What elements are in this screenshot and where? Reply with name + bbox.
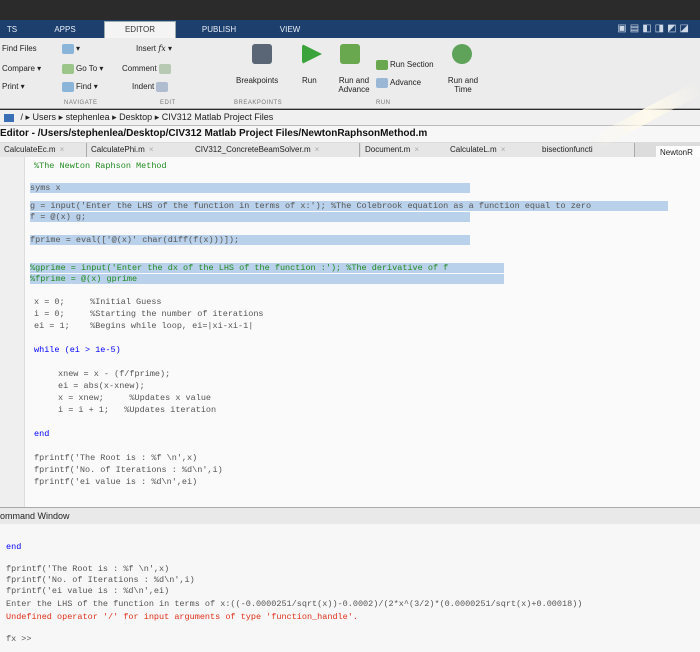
command-window-title: ommand Window	[0, 507, 700, 524]
run-and-advance-icon	[340, 44, 360, 64]
code-line: while (ei > 1e-5)	[34, 345, 121, 355]
code-line: g = input('Enter the LHS of the function…	[30, 201, 668, 211]
indent-button[interactable]: Indent	[132, 82, 170, 92]
run-and-advance-button[interactable]: Run and Advance	[334, 76, 374, 94]
code-editor[interactable]: %The Newton Raphson Method syms x g = in…	[0, 157, 700, 507]
code-line: fprime = eval(['@(x)' char(diff(f(x)))])…	[30, 235, 470, 245]
code-line: x = xnew; %Updates x value	[58, 393, 212, 403]
close-icon[interactable]: ×	[149, 145, 154, 154]
quick-access-toolbar[interactable]: ▣▤◧◨◩◪	[617, 23, 692, 34]
code-line: x = 0; %Initial Guess	[34, 297, 162, 307]
close-icon[interactable]: ×	[315, 145, 320, 154]
print-button[interactable]: Print ▾	[2, 82, 25, 91]
run-icon	[302, 44, 322, 64]
close-icon[interactable]: ×	[414, 145, 419, 154]
code-line: i = i + 1; %Updates iteration	[58, 405, 217, 415]
group-label-breakpoints: BREAKPOINTS	[234, 100, 283, 106]
code-line: fprintf('No. of Iterations : %d\n',i)	[34, 465, 223, 475]
back-forward-icon[interactable]: ▾	[62, 44, 80, 54]
line-number-gutter	[0, 157, 25, 507]
find-button[interactable]: Find ▾	[62, 82, 98, 92]
fx-icon: fx	[158, 44, 166, 53]
file-tab[interactable]: CalculateEc.m ×	[0, 143, 87, 157]
ribbon-tab-bar: TS APPS EDITOR PUBLISH VIEW ▣▤◧◨◩◪	[0, 20, 700, 39]
code-line: xnew = x - (f/fprime);	[58, 369, 171, 379]
breakpoints-icon	[252, 44, 272, 64]
run-and-time-icon	[452, 44, 472, 64]
code-line: ei = 1; %Begins while loop, ei=|xi-xi-1|	[34, 321, 254, 331]
run-section-icon	[376, 60, 388, 70]
file-tab[interactable]: CIV312_ConcreteBeamSolver.m ×	[191, 143, 360, 157]
advance-button[interactable]: Advance	[376, 78, 421, 88]
tab-view[interactable]: VIEW	[262, 22, 318, 38]
group-label-run: RUN	[376, 100, 391, 106]
command-line: Enter the LHS of the function in terms o…	[6, 599, 583, 609]
file-tab[interactable]: CalculatePhi.m ×	[87, 143, 192, 157]
go-to-icon	[62, 64, 74, 74]
error-message: Undefined operator '/' for input argumen…	[6, 612, 358, 622]
compare-button[interactable]: Compare ▾	[2, 64, 41, 73]
comment-button[interactable]: Comment	[122, 64, 173, 74]
file-tab[interactable]: CalculateL.m ×	[446, 143, 539, 157]
breakpoints-button[interactable]: Breakpoints	[236, 76, 278, 85]
code-line: end	[34, 429, 50, 439]
tab-publish[interactable]: PUBLISH	[184, 22, 254, 38]
folder-icon	[4, 113, 14, 122]
tab-apps[interactable]: APPS	[40, 22, 90, 38]
breadcrumb-item[interactable]: stephenlea	[66, 112, 110, 122]
tab-editor[interactable]: EDITOR	[104, 21, 176, 39]
group-label-navigate: NAVIGATE	[64, 100, 98, 106]
group-label-edit: EDIT	[160, 100, 176, 106]
code-line: %The Newton Raphson Method	[34, 161, 167, 171]
code-line: %fprime = @(x) gprime	[30, 274, 504, 284]
advance-icon	[376, 78, 388, 88]
run-button[interactable]: Run	[302, 76, 317, 85]
close-icon[interactable]: ×	[60, 145, 65, 154]
breadcrumb-item[interactable]: Users	[33, 112, 57, 122]
code-line: fprintf('The Root is : %f \n',x)	[34, 453, 198, 463]
editor-ribbon: Find Files Compare ▾ Print ▾ ▾ Go To ▾ F…	[0, 38, 700, 109]
command-line: fprintf('ei value is : %d\n',ei)	[6, 586, 170, 596]
run-section-button[interactable]: Run Section	[376, 60, 434, 70]
tab-plots[interactable]: TS	[0, 22, 24, 38]
command-line: end	[6, 542, 22, 552]
insert-button[interactable]: Insert fx ▾	[136, 44, 172, 53]
command-line: fprintf('The Root is : %f \n',x)	[6, 564, 170, 574]
go-to-button[interactable]: Go To ▾	[62, 64, 103, 74]
command-window[interactable]: end fprintf('The Root is : %f \n',x) fpr…	[0, 524, 700, 652]
command-prompt[interactable]: fx >>	[6, 634, 32, 644]
code-line: fprintf('ei value is : %d\n',ei)	[34, 477, 198, 487]
find-files-button[interactable]: Find Files	[2, 44, 37, 53]
breadcrumb: / ▸ Users ▸ stephenlea ▸ Desktop ▸ CIV31…	[0, 110, 700, 126]
code-line: i = 0; %Starting the number of iteration…	[34, 309, 264, 319]
find-icon	[62, 82, 74, 92]
code-line: syms x	[30, 183, 470, 193]
file-tab[interactable]: bisectionfuncti	[538, 143, 635, 157]
code-line: f = @(x) g;	[30, 212, 470, 222]
run-and-time-button[interactable]: Run and Time	[444, 76, 482, 94]
command-line: fprintf('No. of Iterations : %d\n',i)	[6, 575, 195, 585]
close-icon[interactable]: ×	[501, 145, 506, 154]
breadcrumb-item[interactable]: Desktop	[119, 112, 152, 122]
code-line: %gprime = input('Enter the dx of the LHS…	[30, 263, 504, 273]
breadcrumb-item[interactable]: CIV312 Matlab Project Files	[162, 112, 274, 122]
file-tab[interactable]: Document.m ×	[361, 143, 448, 157]
code-line: ei = abs(x-xnew);	[58, 381, 145, 391]
